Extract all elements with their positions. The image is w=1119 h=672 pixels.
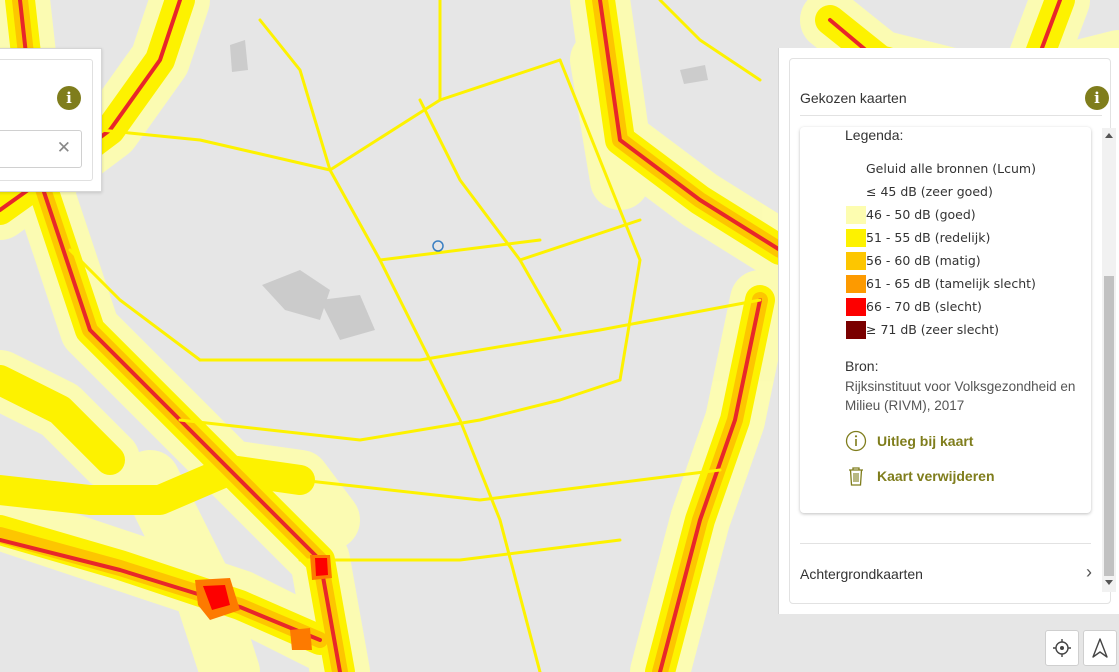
search-panel: i ✕ (0, 48, 102, 192)
legend-item: Geluid alle bronnen (Lcum) (846, 157, 1036, 180)
legend-label: 56 - 60 dB (matig) (866, 253, 981, 268)
legend-swatch (846, 320, 866, 339)
source-text: Rijksinstituut voor Volksgezondheid en M… (845, 379, 1076, 413)
search-input[interactable]: ✕ (0, 130, 82, 168)
legend-swatch (846, 205, 866, 224)
legend-label: 66 - 70 dB (slecht) (866, 299, 982, 314)
divider (800, 543, 1091, 544)
remove-map-label: Kaart verwijderen (877, 468, 995, 484)
legend-item: 66 - 70 dB (slecht) (846, 295, 1036, 318)
panel-scrollbar[interactable] (1102, 128, 1116, 592)
trash-icon (849, 467, 863, 486)
legend-swatch (846, 183, 866, 201)
legend-swatch (846, 251, 866, 270)
legend-label: ≤ 45 dB (zeer goed) (866, 184, 993, 199)
search-card: i ✕ (0, 59, 93, 181)
panel-title: Gekozen kaarten (800, 90, 907, 106)
close-icon[interactable]: ✕ (57, 138, 71, 158)
legend-label: 61 - 65 dB (tamelijk slecht) (866, 276, 1036, 291)
legend-item: 46 - 50 dB (goed) (846, 203, 1036, 226)
legend-heading: Legenda: (845, 127, 904, 143)
crosshair-icon (1053, 639, 1071, 657)
scroll-up-arrow[interactable] (1105, 133, 1113, 138)
legend-swatch (846, 297, 866, 316)
chevron-right-icon[interactable]: › (1086, 562, 1092, 583)
legend-item: ≥ 71 dB (zeer slecht) (846, 318, 1036, 341)
remove-map-link[interactable]: Kaart verwijderen (845, 465, 995, 487)
legend-list: Geluid alle bronnen (Lcum) ≤ 45 dB (zeer… (846, 157, 1036, 341)
legend-swatch (846, 228, 866, 247)
scroll-down-arrow[interactable] (1105, 580, 1113, 585)
north-button[interactable] (1083, 630, 1117, 666)
legend-item: 56 - 60 dB (matig) (846, 249, 1036, 272)
legend-label: Geluid alle bronnen (Lcum) (866, 161, 1036, 176)
legend-swatch (846, 160, 866, 178)
legend-item: 51 - 55 dB (redelijk) (846, 226, 1036, 249)
legend-item: ≤ 45 dB (zeer goed) (846, 180, 1036, 203)
locate-button[interactable] (1045, 630, 1079, 666)
scroll-thumb[interactable] (1104, 276, 1114, 576)
selected-maps-panel: Gekozen kaarten i Legenda: Geluid alle b… (778, 48, 1119, 614)
info-circle-icon (845, 430, 867, 452)
divider (800, 115, 1102, 116)
legend-label: ≥ 71 dB (zeer slecht) (866, 322, 999, 337)
explain-map-link[interactable]: Uitleg bij kaart (845, 430, 973, 452)
info-icon[interactable]: i (1085, 86, 1109, 110)
north-arrow-icon (1092, 638, 1108, 658)
legend-label: 46 - 50 dB (goed) (866, 207, 976, 222)
map-card: Legenda: Geluid alle bronnen (Lcum) ≤ 45… (800, 127, 1091, 513)
legend-label: 51 - 55 dB (redelijk) (866, 230, 991, 245)
background-maps-label[interactable]: Achtergrondkaarten (800, 566, 923, 582)
source-heading: Bron: (845, 358, 879, 374)
legend-item: 61 - 65 dB (tamelijk slecht) (846, 272, 1036, 295)
legend-swatch (846, 274, 866, 293)
info-icon[interactable]: i (57, 86, 81, 110)
explain-map-label: Uitleg bij kaart (877, 433, 974, 449)
